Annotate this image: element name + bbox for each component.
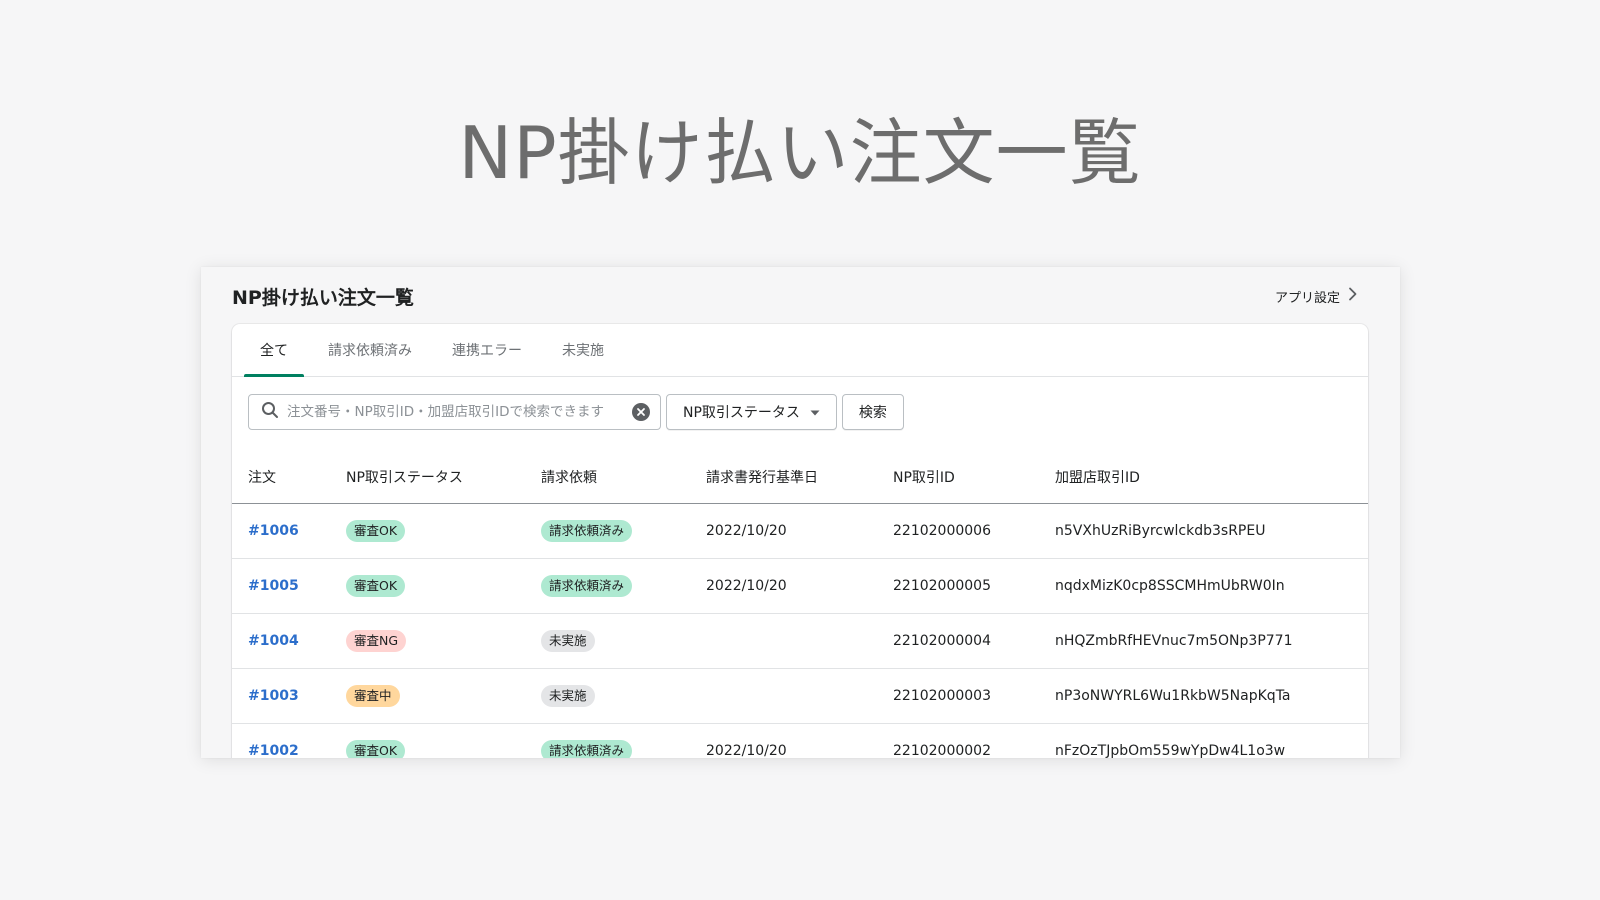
tab-all[interactable]: 全て (244, 324, 304, 377)
tab-sync-error[interactable]: 連携エラー (436, 324, 538, 376)
search-icon (261, 401, 279, 423)
hero-title: NP掛け払い注文一覧 (458, 111, 1142, 195)
request-badge: 未実施 (541, 629, 595, 652)
app-settings-link[interactable]: アプリ設定 (1275, 287, 1358, 306)
np-id: 22102000006 (877, 503, 1039, 559)
request-badge: 請求依頼済み (541, 574, 633, 597)
request-badge: 請求依頼済み (541, 739, 633, 758)
order-link[interactable]: #1003 (248, 688, 299, 704)
invoice-date: 2022/10/20 (690, 558, 877, 614)
caret-down-icon (810, 404, 820, 420)
table-row[interactable]: #1004 審査NG 未実施 22102000004 nHQZmbRfHEVnu… (232, 613, 1368, 669)
order-link[interactable]: #1005 (248, 578, 299, 594)
table-row[interactable]: #1002 審査OK 請求依頼済み 2022/10/20 22102000002… (232, 723, 1368, 758)
table-row[interactable]: #1005 審査OK 請求依頼済み 2022/10/20 22102000005… (232, 558, 1368, 614)
column-header-request[interactable]: 請求依頼 (525, 451, 690, 504)
order-link[interactable]: #1004 (248, 633, 299, 649)
np-id: 22102000004 (877, 613, 1039, 669)
status-badge: 審査NG (346, 629, 407, 652)
orders-card: 全て 請求依頼済み 連携エラー 未実施 NP取引ステータス 検索 (232, 324, 1368, 758)
invoice-date (690, 668, 877, 724)
merchant-id: nHQZmbRfHEVnuc7m5ONp3P771 (1039, 613, 1368, 669)
page-header: NP掛け払い注文一覧 アプリ設定 (232, 280, 1370, 312)
np-id: 22102000005 (877, 558, 1039, 614)
np-id: 22102000002 (877, 723, 1039, 758)
column-header-np-id[interactable]: NP取引ID (877, 451, 1039, 504)
merchant-id: nP3oNWYRL6Wu1RkbW5NapKqTa (1039, 668, 1368, 724)
table-row[interactable]: #1003 審査中 未実施 22102000003 nP3oNWYRL6Wu1R… (232, 668, 1368, 724)
page-title: NP掛け払い注文一覧 (232, 286, 414, 309)
table-header-row: 注文 NP取引ステータス 請求依頼 請求書発行基準日 NP取引ID 加盟店取引I… (232, 451, 1368, 504)
invoice-date (690, 613, 877, 669)
merchant-id: nqdxMizK0cp8SSCMHmUbRW0In (1039, 558, 1368, 614)
request-badge: 未実施 (541, 684, 595, 707)
status-badge: 審査OK (346, 739, 406, 758)
status-filter-label: NP取引ステータス (683, 405, 800, 421)
order-link[interactable]: #1006 (248, 523, 299, 539)
search-input[interactable] (287, 404, 624, 420)
table-row[interactable]: #1006 審査OK 請求依頼済み 2022/10/20 22102000006… (232, 503, 1368, 559)
app-panel: NP掛け払い注文一覧 アプリ設定 全て 請求依頼済み 連携エラー 未実施 注文番… (201, 267, 1400, 758)
request-badge: 請求依頼済み (541, 519, 633, 542)
search-field (248, 394, 661, 430)
filter-bar: NP取引ステータス 検索 (232, 377, 1368, 431)
invoice-date: 2022/10/20 (690, 503, 877, 559)
tab-requested[interactable]: 請求依頼済み (312, 324, 428, 376)
tab-not-done[interactable]: 未実施 (546, 324, 620, 376)
invoice-date: 2022/10/20 (690, 723, 877, 758)
merchant-id: n5VXhUzRiByrcwlckdb3sRPEU (1039, 503, 1368, 559)
status-badge: 審査OK (346, 574, 406, 597)
column-header-order[interactable]: 注文 (232, 451, 330, 504)
tab-bar: 全て 請求依頼済み 連携エラー 未実施 (232, 324, 1368, 377)
column-header-merchant-id[interactable]: 加盟店取引ID (1039, 451, 1368, 504)
status-filter-dropdown[interactable]: NP取引ステータス (666, 394, 837, 430)
status-badge: 審査OK (346, 519, 406, 542)
order-link[interactable]: #1002 (248, 743, 299, 759)
column-header-np-status[interactable]: NP取引ステータス (330, 451, 525, 504)
status-badge: 審査中 (346, 684, 400, 707)
clear-icon[interactable] (632, 403, 650, 421)
merchant-id: nFzOzTJpbOm559wYpDw4L1o3w (1039, 723, 1368, 758)
app-settings-label: アプリ設定 (1274, 290, 1340, 306)
chevron-right-icon (1348, 287, 1358, 305)
orders-table: 注文 NP取引ステータス 請求依頼 請求書発行基準日 NP取引ID 加盟店取引I… (232, 451, 1368, 758)
np-id: 22102000003 (877, 668, 1039, 724)
search-button[interactable]: 検索 (841, 394, 904, 430)
column-header-invoice-date[interactable]: 請求書発行基準日 (690, 451, 877, 504)
